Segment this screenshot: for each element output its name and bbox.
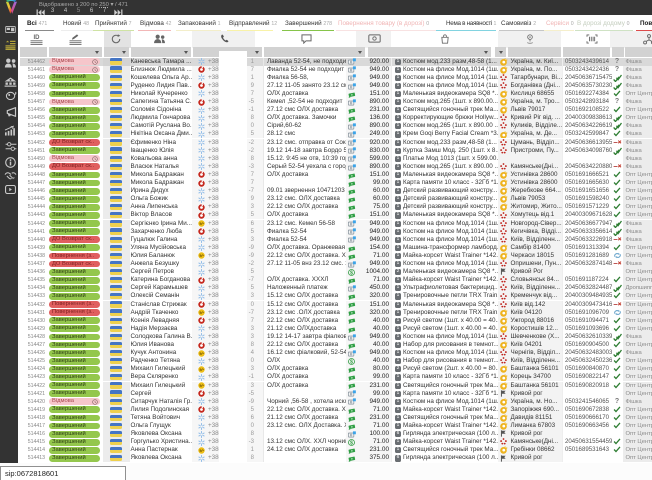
svg-text:ID: ID: [34, 35, 41, 41]
svg-text:$: $: [350, 270, 353, 276]
svg-text:$: $: [350, 440, 353, 446]
svg-text:$: $: [350, 359, 353, 365]
